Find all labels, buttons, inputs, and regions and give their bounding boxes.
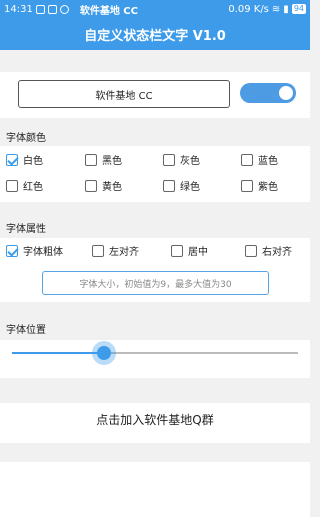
bottom-panel bbox=[0, 462, 310, 517]
message-icon bbox=[47, 4, 57, 14]
battery-level: 94 bbox=[293, 4, 304, 13]
font-position-label: 字体位置 bbox=[6, 325, 46, 336]
option-label: 绿色 bbox=[180, 182, 200, 193]
attr-option-right-align[interactable]: 右对齐 bbox=[245, 243, 292, 258]
color-option-red[interactable]: 红色 bbox=[6, 178, 43, 193]
enable-toggle[interactable] bbox=[240, 83, 296, 103]
toggle-knob bbox=[279, 86, 293, 100]
app-bar: 自定义状态栏文字 V1.0 bbox=[0, 18, 310, 50]
checkbox-icon bbox=[241, 179, 253, 192]
option-label: 黄色 bbox=[102, 182, 122, 193]
font-color-label: 字体颜色 bbox=[6, 133, 46, 144]
option-label: 红色 bbox=[23, 182, 43, 193]
font-position-panel bbox=[0, 340, 310, 378]
attr-option-left-align[interactable]: 左对齐 bbox=[92, 243, 139, 258]
option-label: 灰色 bbox=[180, 156, 200, 167]
color-option-yellow[interactable]: 黄色 bbox=[85, 178, 122, 193]
status-bar: 14:31 软件基地 CC 0.09 K/s ≋ ▮ 94 bbox=[0, 0, 310, 18]
checkbox-icon bbox=[6, 244, 18, 257]
checkbox-icon bbox=[92, 244, 104, 257]
option-label: 黑色 bbox=[102, 156, 122, 167]
signal-icon: ▮ bbox=[283, 3, 289, 15]
checkbox-icon bbox=[6, 179, 18, 192]
statusbar-text-value: 软件基地 CC bbox=[95, 90, 153, 102]
checkbox-icon bbox=[6, 153, 18, 166]
font-attr-label: 字体属性 bbox=[6, 224, 46, 235]
checkbox-icon bbox=[163, 153, 175, 166]
notification-icon bbox=[35, 4, 45, 14]
attr-option-bold[interactable]: 字体粗体 bbox=[6, 243, 63, 258]
position-slider-thumb[interactable] bbox=[96, 346, 111, 360]
status-title: 软件基地 CC bbox=[79, 5, 138, 17]
color-option-blue[interactable]: 蓝色 bbox=[241, 152, 278, 167]
join-qq-group-link[interactable]: 点击加入软件基地Q群 bbox=[0, 411, 310, 428]
option-label: 居中 bbox=[188, 247, 208, 258]
app-title: 自定义状态栏文字 V1.0 bbox=[84, 28, 226, 44]
checkbox-icon bbox=[171, 244, 183, 257]
color-option-black[interactable]: 黑色 bbox=[85, 152, 122, 167]
statusbar-text-input[interactable]: 软件基地 CC bbox=[18, 80, 230, 108]
attr-option-center[interactable]: 居中 bbox=[171, 243, 208, 258]
color-option-green[interactable]: 绿色 bbox=[163, 178, 200, 193]
check-icon bbox=[59, 4, 69, 14]
checkbox-icon bbox=[163, 179, 175, 192]
net-speed: 0.09 K/s bbox=[228, 3, 269, 15]
font-size-placeholder: 字体大小，初始值为9，最多大值为30 bbox=[79, 279, 232, 290]
color-option-gray[interactable]: 灰色 bbox=[163, 152, 200, 167]
checkbox-icon bbox=[241, 153, 253, 166]
option-label: 紫色 bbox=[258, 182, 278, 193]
checkbox-icon bbox=[245, 244, 257, 257]
status-time: 14:31 bbox=[4, 3, 33, 15]
option-label: 左对齐 bbox=[109, 247, 139, 258]
option-label: 白色 bbox=[23, 156, 43, 167]
font-size-input[interactable]: 字体大小，初始值为9，最多大值为30 bbox=[42, 271, 269, 295]
color-option-white[interactable]: 白色 bbox=[6, 152, 43, 167]
checkbox-icon bbox=[85, 153, 97, 166]
option-label: 蓝色 bbox=[258, 156, 278, 167]
position-slider-fill bbox=[12, 352, 104, 354]
color-option-purple[interactable]: 紫色 bbox=[241, 178, 278, 193]
option-label: 字体粗体 bbox=[23, 247, 63, 258]
wifi-icon: ≋ bbox=[271, 3, 281, 15]
position-slider-track[interactable] bbox=[12, 352, 298, 354]
checkbox-icon bbox=[85, 179, 97, 192]
battery-icon: 94 bbox=[291, 4, 306, 14]
option-label: 右对齐 bbox=[262, 247, 292, 258]
